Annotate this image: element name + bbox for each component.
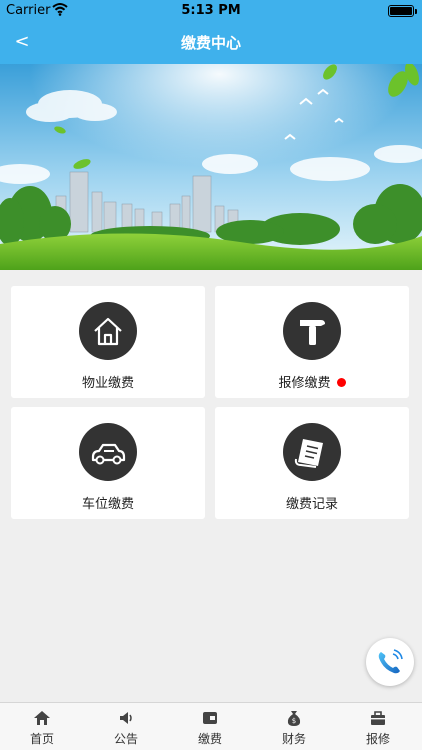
tab-label: 财务 [281,732,306,746]
toolbox-icon [371,711,385,725]
house-icon [79,302,137,360]
notification-badge [336,378,346,387]
tab-label: 公告 [113,732,138,746]
home-icon [34,711,50,725]
tab-repair[interactable]: 报修 [336,703,420,750]
tab-announcements[interactable]: 公告 [84,703,168,750]
page-title: 缴费中心 [180,34,241,52]
svg-text:$: $ [292,717,296,725]
tab-finance[interactable]: $ 财务 [252,703,336,750]
money-bag-icon: $ [287,711,301,726]
card-label: 报修缴费 [278,376,331,391]
payment-records-card[interactable]: 缴费记录 [215,407,409,519]
receipt-icon [283,423,341,481]
battery-icon [388,5,417,17]
status-bar: Carrier 5:13 PM [0,0,422,20]
card-label: 缴费记录 [285,497,338,512]
hammer-icon [283,302,341,360]
tab-label: 报修 [365,732,390,746]
repair-fee-card[interactable]: 报修缴费 [215,286,409,398]
parking-fee-card[interactable]: 车位缴费 [11,407,205,519]
phone-icon [378,649,403,674]
card-label: 物业缴费 [81,376,134,391]
card-label: 车位缴费 [81,497,134,512]
property-fee-card[interactable]: 物业缴费 [11,286,205,398]
car-icon [79,423,137,481]
navigation-bar: < 缴费中心 [0,20,422,64]
wallet-icon [203,712,217,724]
tab-home[interactable]: 首页 [0,703,84,750]
tab-label: 首页 [29,732,54,746]
banner-image [0,64,422,270]
call-button[interactable] [366,638,414,686]
bottom-tab-bar: 首页 公告 缴费 $ 财务 报修 [0,702,422,750]
card-label-row: 报修缴费 [215,372,409,391]
speaker-icon [120,712,132,724]
tab-payment[interactable]: 缴费 [168,703,252,750]
tab-label: 缴费 [197,732,222,746]
clock: 5:13 PM [181,3,241,18]
